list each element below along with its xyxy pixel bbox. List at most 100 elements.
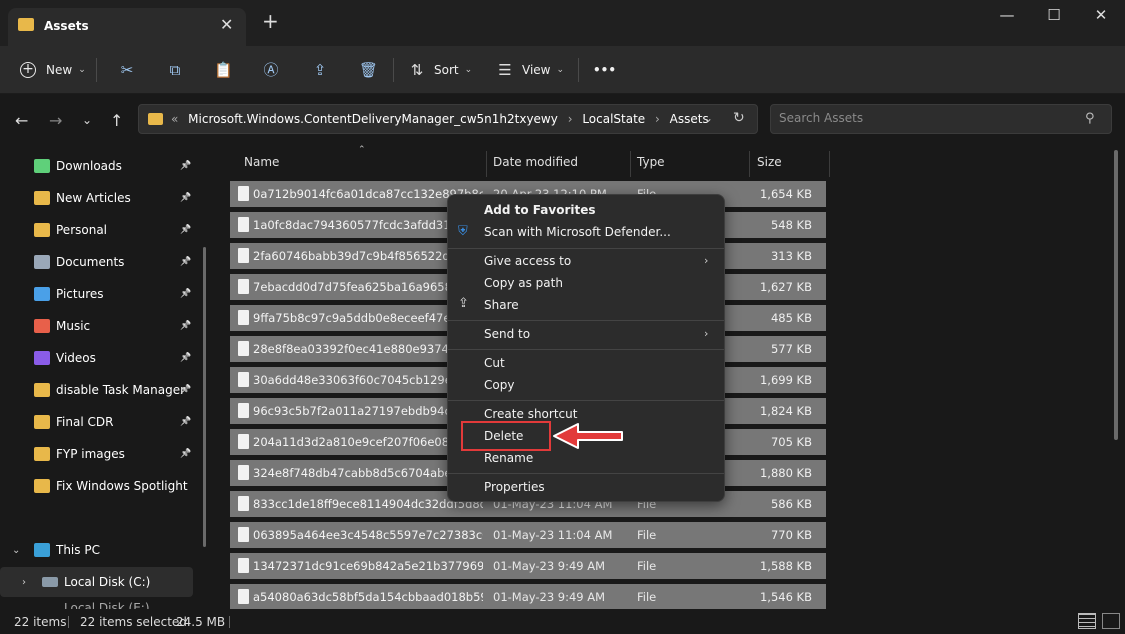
folder-icon <box>34 479 50 493</box>
table-row[interactable]: 063895a464ee3c4548c5597e7c27383c0e2f 01-M… <box>230 522 826 548</box>
forward-arrow-icon[interactable]: → <box>49 111 62 130</box>
chevron-down-icon[interactable]: ⌄ <box>703 111 713 125</box>
rename-icon: Ⓐ <box>263 61 279 79</box>
folder-icon <box>34 383 50 397</box>
back-arrow-icon[interactable]: ← <box>15 111 28 130</box>
column-date-modified[interactable]: Date modified <box>493 155 578 169</box>
folder-icon <box>34 191 50 205</box>
column-divider[interactable] <box>486 151 487 177</box>
menu-item-copy[interactable]: Copy <box>484 378 514 392</box>
sidebar-item[interactable]: Personal 📌 <box>0 215 200 245</box>
sidebar-item-label: Personal <box>56 223 108 237</box>
chevron-down-icon[interactable]: ⌄ <box>12 545 20 556</box>
pin-icon[interactable]: 📌 <box>180 353 191 363</box>
share-icon: ⇪ <box>313 61 327 79</box>
menu-item-cut[interactable]: Cut <box>484 356 505 370</box>
pin-icon[interactable]: 📌 <box>180 385 191 395</box>
search-icon[interactable]: ⚲ <box>1085 111 1095 126</box>
share-button[interactable]: ⇪ <box>311 58 329 82</box>
sort-button[interactable]: ⇅ Sort ⌄ <box>408 58 472 82</box>
search-input[interactable] <box>779 111 1069 125</box>
sidebar-item[interactable]: New Articles 📌 <box>0 183 200 213</box>
rename-button[interactable]: Ⓐ <box>262 58 280 82</box>
sidebar-item[interactable]: Final CDR 📌 <box>0 407 200 437</box>
new-button[interactable]: + New ⌄ <box>20 58 86 82</box>
tab-assets[interactable]: Assets ✕ <box>8 8 246 46</box>
chevron-down-icon: ⌄ <box>78 65 86 75</box>
menu-item-copy-as-path[interactable]: Copy as path <box>484 276 563 290</box>
sidebar-item-local-disk[interactable]: › Local Disk (C:) <box>0 567 193 597</box>
toolbar-divider <box>96 58 97 82</box>
details-view-icon[interactable] <box>1078 613 1096 629</box>
sidebar-item[interactable]: FYP images 📌 <box>0 439 200 469</box>
menu-item-send-to[interactable]: Send to <box>484 327 530 341</box>
refresh-icon[interactable]: ↻ <box>733 110 745 126</box>
menu-item-create-shortcut[interactable]: Create shortcut <box>484 407 577 421</box>
view-button[interactable]: ☰ View ⌄ <box>496 58 564 82</box>
new-tab-button[interactable]: + <box>262 11 279 31</box>
status-divider <box>68 616 69 628</box>
file-name: 13472371dc91ce69b842a5e21b377969e96 <box>253 559 483 573</box>
tiles-view-icon[interactable] <box>1102 613 1120 629</box>
pin-icon[interactable]: 📌 <box>180 193 191 203</box>
column-size[interactable]: Size <box>757 155 782 169</box>
overflow-chevron[interactable]: « <box>171 112 178 126</box>
table-row[interactable]: 13472371dc91ce69b842a5e21b377969e96 01-Ma… <box>230 553 826 579</box>
file-list-scrollbar[interactable] <box>1114 150 1118 440</box>
menu-item-scan-defender[interactable]: Scan with Microsoft Defender... <box>484 225 671 239</box>
sidebar-item-this-pc[interactable]: ⌄ This PC <box>0 535 200 565</box>
pin-icon[interactable]: 📌 <box>180 449 191 459</box>
column-type[interactable]: Type <box>637 155 665 169</box>
maximize-button[interactable]: ☐ <box>1034 6 1074 24</box>
up-arrow-icon[interactable]: ↑ <box>110 111 123 130</box>
context-menu: Add to Favorites ⛨ Scan with Microsoft D… <box>447 194 725 502</box>
column-divider[interactable] <box>630 151 631 177</box>
sidebar-item-cut-off[interactable]: Local Disk (E:) <box>0 597 200 609</box>
file-icon <box>238 186 249 201</box>
menu-item-add-to-favorites[interactable]: Add to Favorites <box>484 203 596 217</box>
trash-icon: 🗑 <box>359 61 379 79</box>
breadcrumb-item[interactable]: LocalState <box>582 112 645 126</box>
file-size: 548 KB <box>770 218 812 232</box>
sidebar-scrollbar[interactable] <box>203 247 206 547</box>
menu-separator <box>448 400 724 401</box>
pin-icon[interactable]: 📌 <box>180 417 191 427</box>
sidebar-item[interactable]: Music 📌 <box>0 311 200 341</box>
menu-item-give-access[interactable]: Give access to <box>484 254 571 268</box>
menu-item-properties[interactable]: Properties <box>484 480 545 494</box>
sidebar-item[interactable]: Videos 📌 <box>0 343 200 373</box>
breadcrumb-item[interactable]: Microsoft.Windows.ContentDeliveryManager… <box>188 112 558 126</box>
copy-button[interactable]: ⧉ <box>166 58 184 82</box>
search-box[interactable]: ⚲ <box>770 104 1112 134</box>
chevron-right-icon[interactable]: › <box>22 577 26 588</box>
sidebar-item[interactable]: Documents 📌 <box>0 247 200 277</box>
status-divider <box>229 616 230 628</box>
sidebar-item[interactable]: Fix Windows Spotlight <box>0 471 200 501</box>
more-options-button[interactable]: ••• <box>593 58 616 82</box>
menu-item-share[interactable]: Share <box>484 298 519 312</box>
column-divider[interactable] <box>829 151 830 177</box>
minimize-button[interactable]: — <box>987 6 1027 24</box>
sidebar-item[interactable]: Downloads 📌 <box>0 151 200 181</box>
tab-close-icon[interactable]: ✕ <box>220 15 233 34</box>
address-bar[interactable]: « Microsoft.Windows.ContentDeliveryManag… <box>138 104 758 134</box>
table-row[interactable]: a54080a63dc58bf5da154cbbaad018b59c1 01-Ma… <box>230 584 826 610</box>
pin-icon[interactable]: 📌 <box>180 225 191 235</box>
recent-chevron-icon[interactable]: ⌄ <box>82 113 92 127</box>
pin-icon[interactable]: 📌 <box>180 161 191 171</box>
delete-button[interactable]: 🗑 <box>359 58 379 82</box>
sidebar-item-label: FYP images <box>56 447 125 461</box>
paste-button[interactable]: 📋 <box>214 58 233 82</box>
cut-button[interactable]: ✂ <box>118 58 136 82</box>
column-name[interactable]: Name <box>244 155 279 169</box>
sidebar-item[interactable]: Pictures 📌 <box>0 279 200 309</box>
pin-icon[interactable]: 📌 <box>180 289 191 299</box>
sidebar-item[interactable]: disable Task Manager 📌 <box>0 375 200 405</box>
pin-icon[interactable]: 📌 <box>180 257 191 267</box>
menu-item-rename[interactable]: Rename <box>484 451 533 465</box>
close-button[interactable]: ✕ <box>1081 6 1121 24</box>
pin-icon[interactable]: 📌 <box>180 321 191 331</box>
file-date-modified: 01-May-23 9:49 AM <box>493 559 606 573</box>
sidebar-item-label: Documents <box>56 255 125 269</box>
column-divider[interactable] <box>749 151 750 177</box>
